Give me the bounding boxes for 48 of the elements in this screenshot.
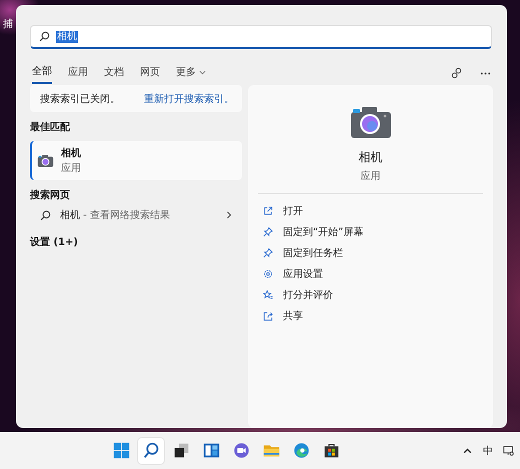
- desktop-icon-label[interactable]: 捕: [3, 17, 13, 31]
- gear-icon: [263, 268, 273, 278]
- windows-logo-icon: [112, 442, 130, 459]
- web-search-text: 相机 - 查看网络搜索结果: [60, 208, 170, 222]
- web-search-item[interactable]: 相机 - 查看网络搜索结果: [30, 203, 242, 227]
- chat-icon: [232, 442, 250, 459]
- widgets-icon: [202, 442, 220, 459]
- browser-icon: [292, 442, 310, 459]
- app-type: 应用: [360, 170, 380, 183]
- app-title: 相机: [358, 149, 382, 166]
- search-icon: [39, 31, 50, 42]
- chevron-down-icon: [199, 70, 206, 74]
- result-subtitle: 应用: [61, 162, 81, 175]
- reopen-index-link[interactable]: 重新打开搜索索引。: [144, 92, 234, 106]
- open-external-icon: [263, 206, 273, 216]
- network-icon[interactable]: [503, 445, 514, 456]
- action-item[interactable]: 固定到任务栏: [248, 242, 493, 263]
- best-match-item[interactable]: 相机 应用: [30, 141, 242, 180]
- filter-tab[interactable]: 网页: [140, 63, 160, 83]
- action-item[interactable]: 打分并评价: [248, 284, 493, 305]
- search-icon: [40, 210, 51, 220]
- section-heading: 最佳匹配: [30, 120, 70, 134]
- result-title: 相机: [61, 146, 81, 160]
- search-query: 相机: [56, 30, 78, 42]
- filter-tab[interactable]: 更多: [176, 63, 206, 83]
- action-item[interactable]: 应用设置: [248, 263, 493, 284]
- camera-icon: [350, 105, 392, 139]
- taskbar-button[interactable]: [138, 438, 164, 464]
- section-heading[interactable]: 设置 (1+): [30, 235, 78, 249]
- store-bag-icon: [322, 442, 340, 459]
- action-item[interactable]: 打开: [248, 200, 493, 221]
- filter-tab[interactable]: 应用: [68, 63, 88, 83]
- search-field[interactable]: 相机: [30, 25, 492, 49]
- account-icon[interactable]: [450, 66, 463, 80]
- share-icon: [263, 310, 273, 320]
- chevron-right-icon: [226, 211, 232, 219]
- pin-icon: [263, 248, 273, 258]
- action-item[interactable]: 共享: [248, 305, 493, 326]
- action-item[interactable]: 固定到“开始”屏幕: [248, 221, 493, 242]
- camera-icon: [37, 154, 54, 168]
- section-heading: 搜索网页: [30, 188, 70, 202]
- task-view-icon: [172, 442, 190, 459]
- filter-tab[interactable]: 文档: [104, 63, 124, 83]
- input-method-indicator[interactable]: 中: [483, 444, 493, 458]
- search-icon: [142, 442, 160, 459]
- notice-text: 搜索索引已关闭。: [40, 92, 120, 106]
- pin-icon: [263, 226, 273, 236]
- star-icon: [263, 290, 273, 300]
